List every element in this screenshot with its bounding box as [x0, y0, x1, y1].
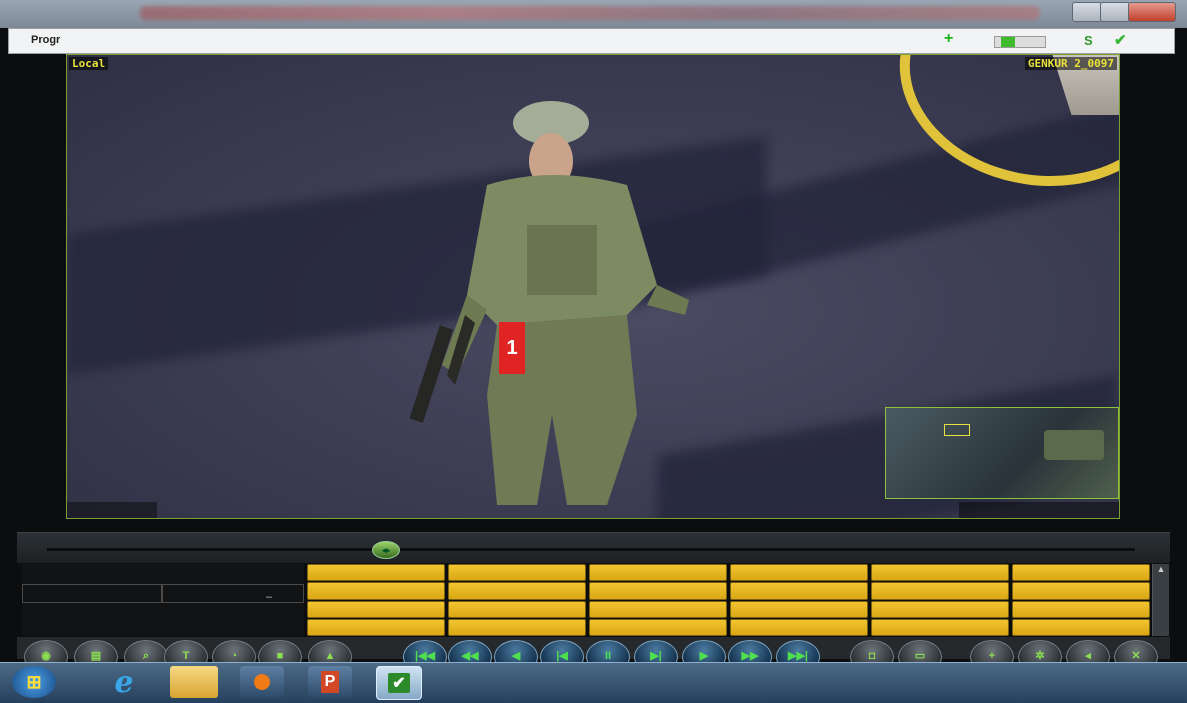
timeline-bar: ◂▸ [17, 532, 1170, 563]
powerpoint-label: P [320, 671, 340, 693]
timeline-track[interactable] [47, 548, 1135, 551]
video-footer-left [67, 502, 157, 518]
grid-cell[interactable] [448, 564, 586, 582]
check-app-glyph: ✔ [388, 673, 410, 693]
check-icon[interactable]: ✔ [1114, 31, 1127, 49]
info-panel: – [22, 564, 304, 636]
info-dash: – [266, 591, 273, 603]
minimize-button[interactable] [1072, 2, 1102, 22]
grid-cell[interactable] [871, 600, 1009, 618]
video-footer-right [959, 502, 1119, 518]
grid-cell[interactable] [589, 582, 727, 600]
grid-cell[interactable] [589, 600, 727, 618]
info-field [162, 584, 304, 603]
media-player-icon[interactable] [240, 666, 284, 698]
grid-cell[interactable] [307, 600, 445, 618]
app-header-bar: Progr + S ✔ [8, 28, 1175, 54]
window-title-bar [0, 0, 1187, 28]
internet-explorer-icon[interactable]: e [102, 665, 146, 700]
grid-cell[interactable] [871, 618, 1009, 636]
scroll-up-icon[interactable]: ▲ [1153, 564, 1169, 574]
grid-cell[interactable] [1012, 564, 1150, 582]
grid-cell[interactable] [448, 600, 586, 618]
plus-icon[interactable]: + [944, 30, 953, 48]
video-view[interactable]: Local GENKUR 2_0097 1 [66, 54, 1120, 519]
grid-cell[interactable] [307, 582, 445, 600]
windows-start-icon[interactable]: ⊞ [12, 666, 56, 698]
grid-cell[interactable] [589, 618, 727, 636]
grid-cell[interactable] [307, 564, 445, 582]
grid-cell[interactable] [730, 564, 868, 582]
check-app-icon[interactable]: ✔ [376, 666, 422, 700]
grid-cell[interactable] [871, 582, 1009, 600]
grid-cell[interactable] [730, 600, 868, 618]
grid-cell[interactable] [589, 564, 727, 582]
s-button[interactable]: S [1084, 33, 1093, 48]
powerpoint-icon[interactable]: P [308, 666, 352, 698]
camera-id-label: GENKUR 2_0097 [1024, 57, 1117, 70]
window-title-redacted [140, 6, 1040, 20]
minimap-selection-box[interactable] [944, 424, 970, 436]
grid-cell[interactable] [730, 582, 868, 600]
close-window-button[interactable] [1128, 2, 1176, 22]
grid-cell[interactable] [730, 618, 868, 636]
overview-minimap[interactable] [885, 407, 1119, 499]
annotation-marker: 1 [499, 322, 525, 374]
grid-cell[interactable] [871, 564, 1009, 582]
grid-cell[interactable] [307, 618, 445, 636]
grid-cell[interactable] [448, 582, 586, 600]
left-right-arrows-icon[interactable]: ◂▸ [372, 541, 400, 559]
grid-cell[interactable] [1012, 618, 1150, 636]
grid-cell[interactable] [1012, 582, 1150, 600]
grid-cell[interactable] [448, 618, 586, 636]
channel-grid [307, 564, 1150, 636]
folder-icon[interactable] [170, 666, 218, 698]
grid-scrollbar[interactable]: ▲ [1152, 564, 1169, 636]
info-field [22, 584, 162, 603]
app-title: Progr [31, 34, 61, 46]
grid-cell[interactable] [1012, 600, 1150, 618]
source-label: Local [69, 57, 109, 70]
minimap-vehicle [1044, 430, 1104, 460]
progress-indicator [994, 36, 1046, 48]
maximize-button[interactable] [1100, 2, 1130, 22]
